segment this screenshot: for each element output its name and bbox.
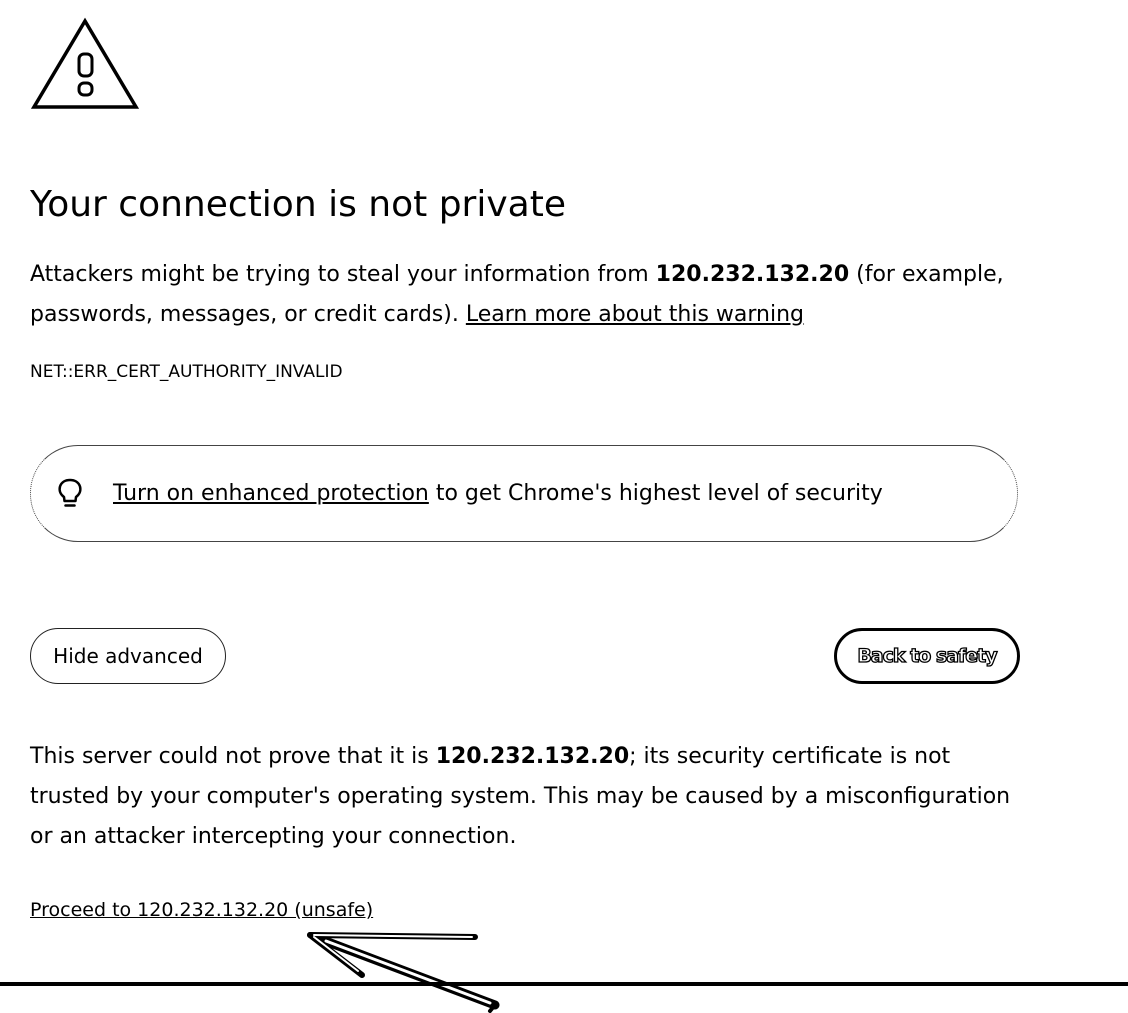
details-host: 120.232.132.20 bbox=[435, 744, 630, 769]
enhanced-protection-promo: Turn on enhanced protection to get Chrom… bbox=[30, 445, 1018, 542]
hide-advanced-button[interactable]: Hide advanced bbox=[30, 628, 226, 684]
details-text: This server could not prove that it is 1… bbox=[30, 737, 1030, 857]
intro-host: 120.232.132.20 bbox=[655, 262, 850, 287]
mouse-pointer-icon bbox=[307, 932, 500, 1013]
intro-text: Attackers might be trying to steal your … bbox=[30, 255, 1030, 335]
learn-more-link[interactable]: Learn more about this warning bbox=[466, 302, 804, 327]
back-to-safety-button[interactable]: Back to safety bbox=[834, 628, 1020, 684]
error-code: NET::ERR_CERT_AUTHORITY_INVALID bbox=[30, 362, 343, 382]
page-title: Your connection is not private bbox=[30, 184, 566, 225]
details-prefix: This server could not prove that it is bbox=[30, 744, 436, 769]
promo-text: Turn on enhanced protection to get Chrom… bbox=[113, 479, 883, 509]
promo-rest-text: to get Chrome's highest level of securit… bbox=[428, 481, 883, 506]
warning-triangle-icon bbox=[30, 17, 140, 109]
bottom-divider bbox=[0, 982, 1128, 986]
intro-prefix: Attackers might be trying to steal your … bbox=[30, 262, 656, 287]
enhanced-protection-link[interactable]: Turn on enhanced protection bbox=[113, 481, 429, 506]
proceed-unsafe-link[interactable]: Proceed to 120.232.132.20 (unsafe) bbox=[30, 897, 373, 923]
lightbulb-icon bbox=[58, 478, 82, 507]
